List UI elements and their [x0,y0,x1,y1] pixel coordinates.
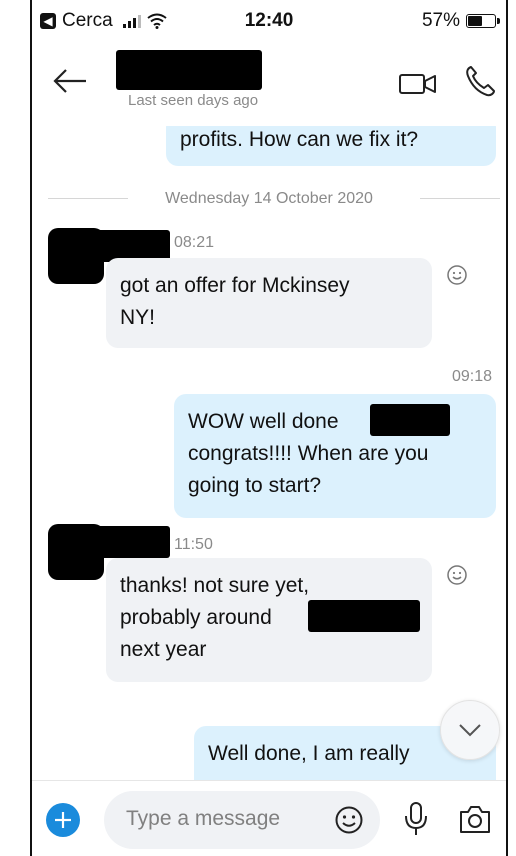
message-text: profits. How can we fix it? [180,128,419,151]
message-line: NY! [120,306,156,329]
date-separator-label: Wednesday 14 October 2020 [165,190,373,207]
incoming-message[interactable]: got an offer for Mckinsey NY! [106,258,432,348]
battery-icon [466,14,500,28]
divider [48,198,128,199]
microphone-icon [405,802,427,835]
emoji-button[interactable] [334,805,364,835]
plus-icon [55,812,71,828]
back-button[interactable] [52,66,88,96]
video-call-button[interactable] [398,68,438,98]
microphone-button[interactable] [402,801,430,837]
message-time: 11:50 [174,536,213,553]
last-seen-status: Last seen days ago [128,92,259,109]
redacted-date [308,600,420,632]
message-input-placeholder: Type a message [126,807,281,830]
message-line: thanks! not sure yet, [120,574,310,597]
message-composer: Type a message [32,780,506,856]
date-separator: Wednesday 14 October 2020 [32,186,506,212]
phone-screen: ◀ Cerca 12:40 57% Last seen days ago pro… [30,0,508,856]
incoming-message[interactable]: thanks! not sure yet, probably around ne… [106,558,432,682]
message-line: got an offer for Mckinsey [120,274,350,297]
battery-percent: 57% [421,10,460,31]
sender-name-redacted [96,526,170,558]
redacted-name [370,404,450,436]
phone-icon [466,66,495,97]
message-time: 09:18 [452,368,493,385]
status-right: 57% [421,10,500,32]
outgoing-message[interactable]: profits. How can we fix it? [166,126,496,166]
contact-name-redacted[interactable] [116,50,262,90]
chevron-down-icon [459,724,481,737]
scroll-to-bottom-button[interactable] [440,700,500,760]
message-line: next year [120,638,207,661]
message-time: 08:21 [174,234,215,251]
chat-messages[interactable]: profits. How can we fix it? Wednesday 14… [32,126,506,780]
add-reaction-icon[interactable] [446,564,468,586]
add-reaction-icon[interactable] [446,264,468,286]
message-line: congrats!!!! When are you [188,442,429,465]
voice-call-button[interactable] [464,64,496,98]
add-button[interactable] [46,803,80,837]
message-input[interactable]: Type a message [104,791,380,849]
video-camera-icon [399,74,436,94]
arrow-left-icon [53,69,86,93]
message-line: going to start? [188,474,322,497]
chat-header: Last seen days ago [32,42,506,126]
camera-button[interactable] [458,803,492,835]
smiley-icon [335,806,363,834]
camera-icon [460,806,490,833]
battery-level [468,16,482,26]
divider [420,198,500,199]
outgoing-message[interactable]: WOW well done congrats!!!! When are you … [174,394,496,518]
status-bar: ◀ Cerca 12:40 57% [32,0,506,42]
